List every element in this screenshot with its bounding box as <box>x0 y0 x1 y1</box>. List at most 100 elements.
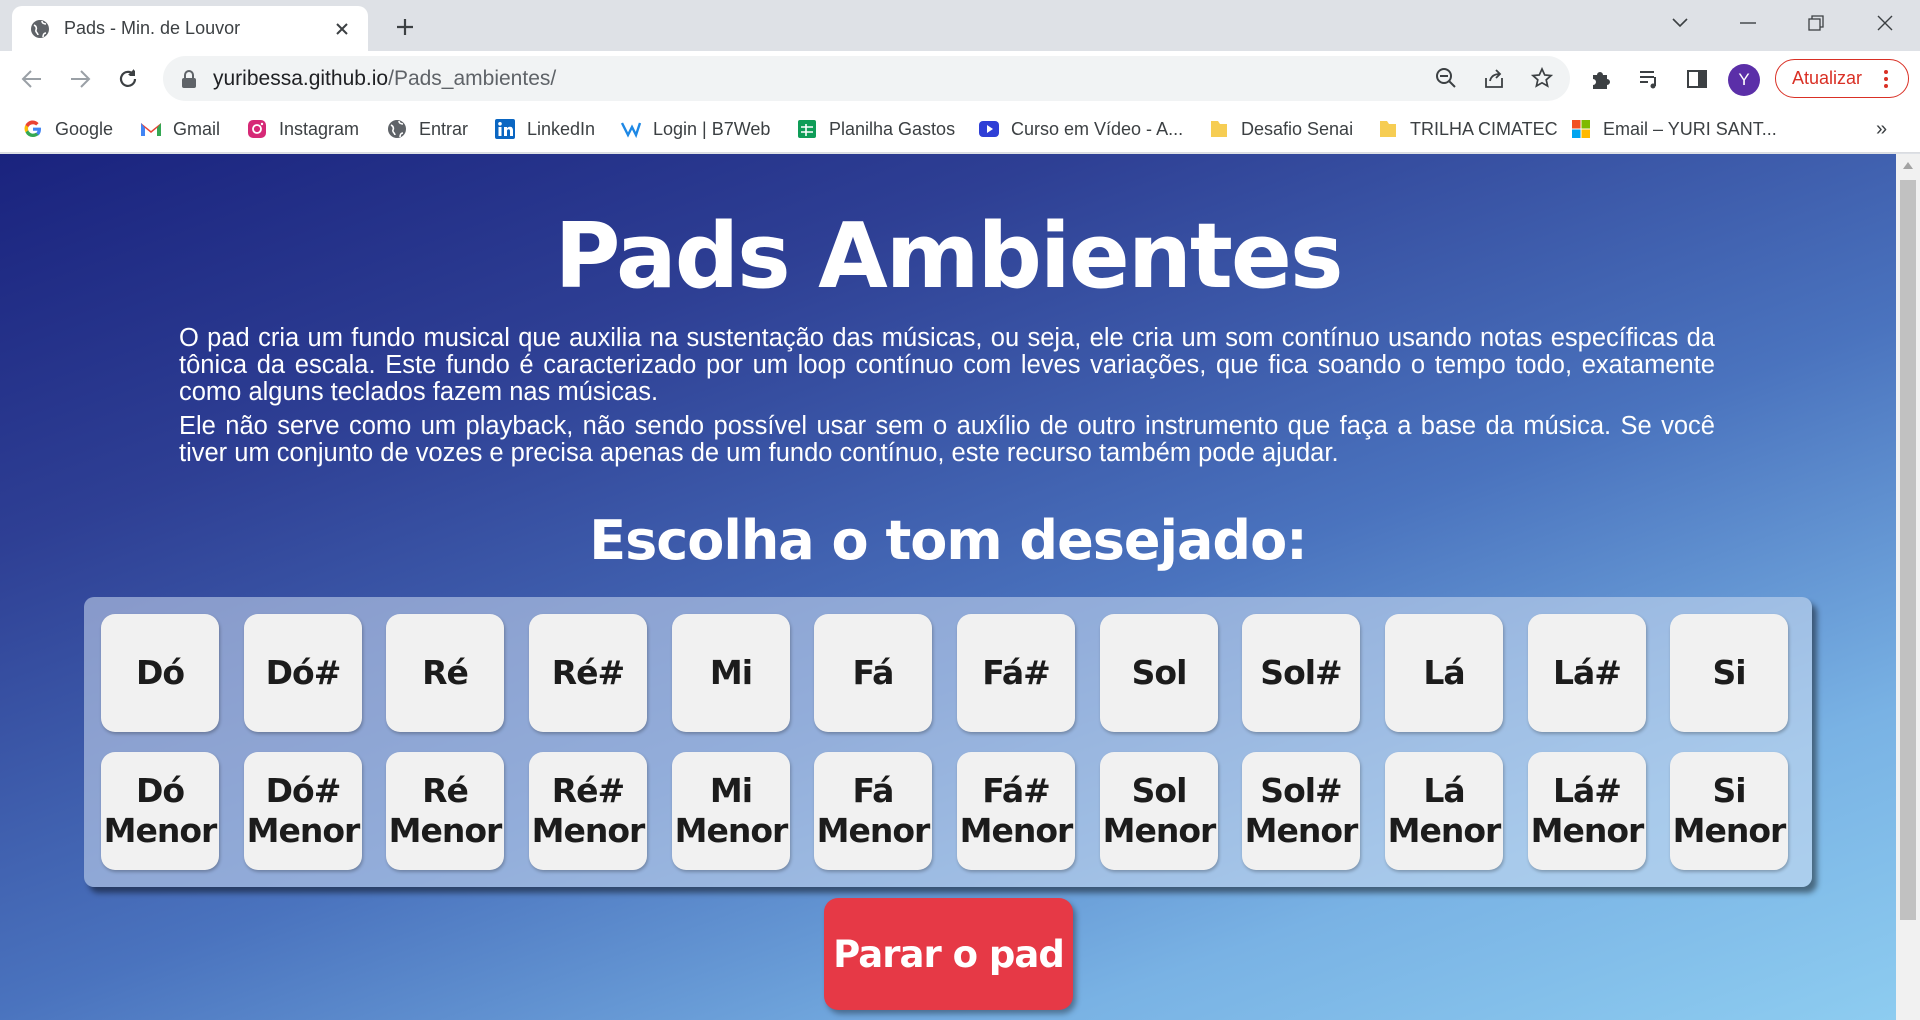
share-icon[interactable] <box>1479 63 1509 93</box>
tab-strip: Pads - Min. de Louvor <box>0 0 1920 51</box>
page-scrollbar[interactable] <box>1896 154 1920 1020</box>
key-button-la[interactable]: Lá <box>1385 614 1503 732</box>
curso-em-video-icon <box>978 118 1000 140</box>
key-label: Sol# <box>1260 771 1342 810</box>
minor-label: Menor <box>816 811 931 850</box>
key-button-re[interactable]: Ré <box>386 614 504 732</box>
key-button-mi-menor[interactable]: Mi Menor <box>672 752 790 870</box>
lock-icon <box>181 69 199 88</box>
folder-icon <box>1208 118 1230 140</box>
key-button-sol-sharp-menor[interactable]: Sol# Menor <box>1242 752 1360 870</box>
intro-text: O pad cria um fundo musical que auxilia … <box>179 325 1715 474</box>
close-window-icon[interactable] <box>1860 8 1910 38</box>
bookmark-label: Instagram <box>279 118 360 139</box>
browser-tab[interactable]: Pads - Min. de Louvor <box>12 6 368 51</box>
key-button-fa[interactable]: Fá <box>814 614 932 732</box>
stop-pad-button[interactable]: Parar o pad <box>824 898 1073 1010</box>
key-label: Sol# <box>1260 653 1342 692</box>
bookmark-label: Curso em Vídeo - A... <box>1011 118 1184 139</box>
key-button-do[interactable]: Dó <box>101 614 219 732</box>
key-button-la-menor[interactable]: Lá Menor <box>1385 752 1503 870</box>
key-button-re-menor[interactable]: Ré Menor <box>386 752 504 870</box>
bookmark-label: Google <box>55 118 114 139</box>
key-label: Lá# <box>1553 771 1622 810</box>
browser-toolbar: yuribessa.github.io/Pads_ambientes/ Y At… <box>0 51 1920 106</box>
bookmark-star-icon[interactable] <box>1527 63 1557 93</box>
key-button-si-menor[interactable]: Si Menor <box>1670 752 1788 870</box>
bookmark-desafio-senai[interactable]: Desafio Senai <box>1208 116 1353 142</box>
bookmark-linkedin[interactable]: LinkedIn <box>494 116 595 142</box>
key-button-la-sharp[interactable]: Lá# <box>1528 614 1646 732</box>
minor-label: Menor <box>388 811 503 850</box>
key-label: Dó# <box>265 653 342 692</box>
bookmark-trilha-cimatec[interactable]: TRILHA CIMATEC <box>1377 116 1558 142</box>
bookmark-google[interactable]: Google <box>22 116 113 142</box>
minor-label: Menor <box>1672 811 1787 850</box>
key-button-re-sharp[interactable]: Ré# <box>529 614 647 732</box>
intro-paragraph-1: O pad cria um fundo musical que auxilia … <box>179 324 1715 406</box>
key-button-sol-menor[interactable]: Sol Menor <box>1100 752 1218 870</box>
key-label: Dó <box>135 653 185 692</box>
tab-search-icon[interactable] <box>1655 8 1705 38</box>
key-button-do-sharp-menor[interactable]: Dó# Menor <box>244 752 362 870</box>
media-control-icon[interactable] <box>1633 63 1665 95</box>
bookmark-planilha[interactable]: Planilha Gastos <box>796 116 955 142</box>
back-icon[interactable] <box>16 63 48 95</box>
bookmark-email[interactable]: Email – YURI SANT... <box>1570 116 1777 142</box>
key-label: Ré <box>422 771 469 810</box>
minor-label: Menor <box>1387 811 1502 850</box>
profile-avatar[interactable]: Y <box>1728 64 1760 96</box>
bookmark-label: Entrar <box>419 118 469 139</box>
key-label: Dó# <box>265 771 342 810</box>
minor-label: Menor <box>246 811 361 850</box>
minor-label: Menor <box>1102 811 1217 850</box>
key-button-sol-sharp[interactable]: Sol# <box>1242 614 1360 732</box>
key-button-sol[interactable]: Sol <box>1100 614 1218 732</box>
key-button-do-menor[interactable]: Dó Menor <box>101 752 219 870</box>
bookmark-curso-em-video[interactable]: Curso em Vídeo - A... <box>978 116 1183 142</box>
key-label: Ré# <box>551 653 625 692</box>
reload-icon[interactable] <box>112 63 144 95</box>
bookmark-gmail[interactable]: Gmail <box>140 116 220 142</box>
scroll-up-icon[interactable] <box>1903 162 1913 169</box>
new-tab-icon[interactable] <box>390 12 420 42</box>
bookmark-label: LinkedIn <box>527 118 596 139</box>
restore-icon[interactable] <box>1791 8 1841 38</box>
side-panel-icon[interactable] <box>1681 63 1713 95</box>
url-host: yuribessa.github.io <box>213 66 389 90</box>
key-label: Lá# <box>1553 653 1622 692</box>
bookmark-label: Desafio Senai <box>1241 118 1354 139</box>
minimize-icon[interactable] <box>1723 8 1773 38</box>
key-button-la-sharp-menor[interactable]: Lá# Menor <box>1528 752 1646 870</box>
close-tab-icon[interactable] <box>330 17 354 41</box>
key-button-fa-sharp[interactable]: Fá# <box>957 614 1075 732</box>
key-button-fa-sharp-menor[interactable]: Fá# Menor <box>957 752 1075 870</box>
bookmark-label: Gmail <box>173 118 221 139</box>
forward-icon[interactable] <box>64 63 96 95</box>
minor-label: Menor <box>1244 811 1359 850</box>
microsoft-icon <box>1570 118 1592 140</box>
google-icon <box>22 118 44 140</box>
extensions-icon[interactable] <box>1585 63 1617 95</box>
minor-label: Menor <box>103 811 218 850</box>
address-bar[interactable]: yuribessa.github.io/Pads_ambientes/ <box>163 56 1570 101</box>
menu-dots-icon <box>1884 69 1889 88</box>
tab-title: Pads - Min. de Louvor <box>64 18 241 38</box>
key-button-si[interactable]: Si <box>1670 614 1788 732</box>
scrollbar-thumb[interactable] <box>1900 180 1916 920</box>
minor-label: Menor <box>531 811 646 850</box>
key-button-do-sharp[interactable]: Dó# <box>244 614 362 732</box>
bookmark-b7web[interactable]: Login | B7Web <box>620 116 770 142</box>
bookmark-entrar[interactable]: Entrar <box>386 116 468 142</box>
key-button-re-sharp-menor[interactable]: Ré# Menor <box>529 752 647 870</box>
more-bookmarks-icon[interactable]: » <box>1876 118 1887 141</box>
key-button-fa-menor[interactable]: Fá Menor <box>814 752 932 870</box>
update-label: Atualizar <box>1792 68 1863 88</box>
key-button-mi[interactable]: Mi <box>672 614 790 732</box>
update-button[interactable]: Atualizar <box>1775 59 1909 98</box>
bookmark-instagram[interactable]: Instagram <box>246 116 359 142</box>
zoom-icon[interactable] <box>1431 63 1461 93</box>
url-path: /Pads_ambientes/ <box>388 66 557 90</box>
url-text: yuribessa.github.io/Pads_ambientes/ <box>213 67 556 91</box>
choose-key-heading: Escolha o tom desejado: <box>589 509 1308 572</box>
